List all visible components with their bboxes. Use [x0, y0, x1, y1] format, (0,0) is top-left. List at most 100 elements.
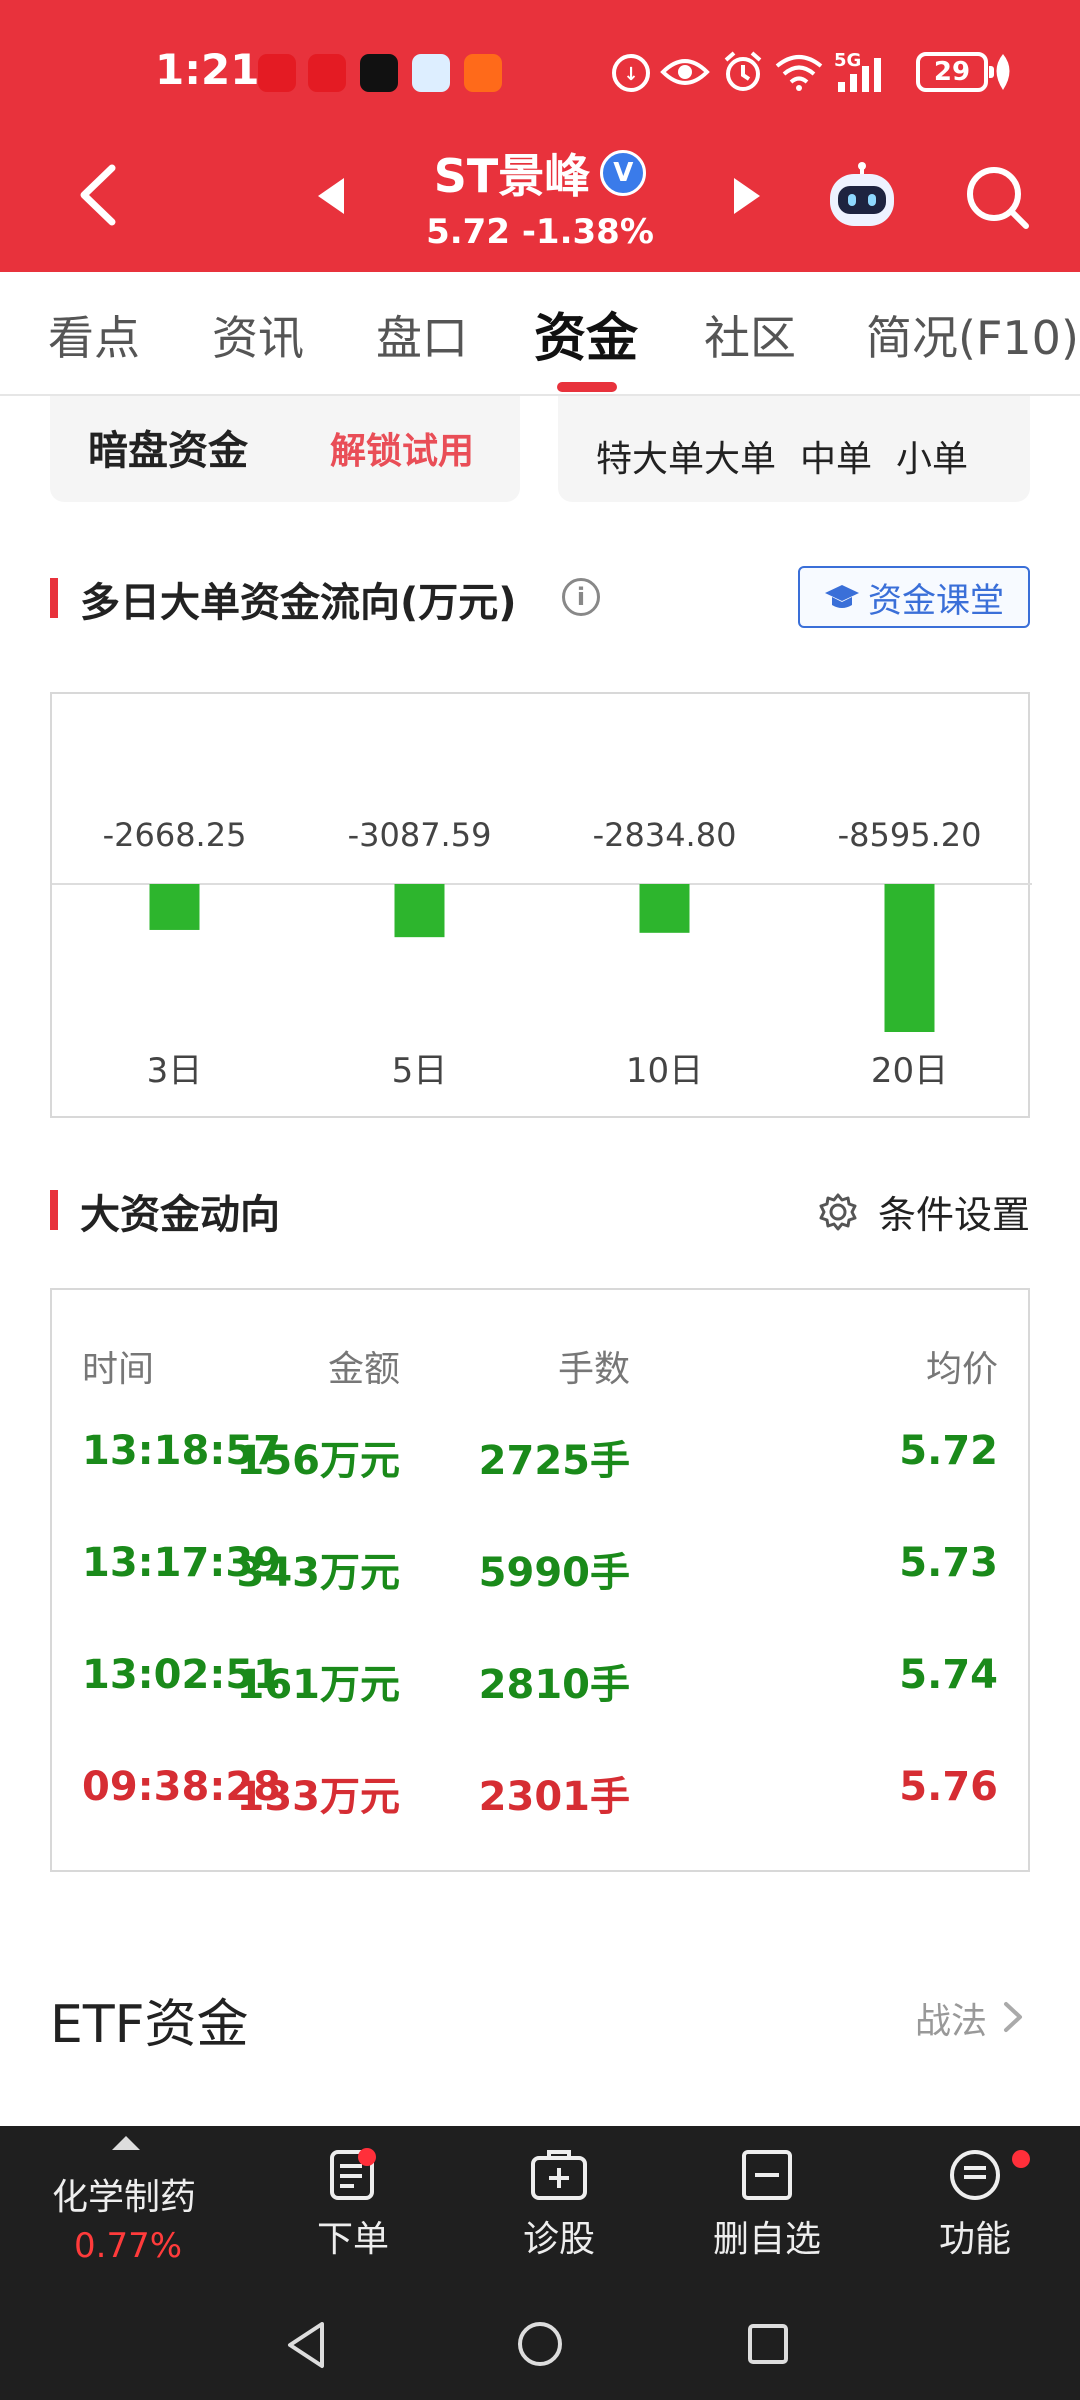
functions-button[interactable]: 功能 — [890, 2148, 1060, 2262]
wifi-icon — [775, 55, 823, 91]
info-icon[interactable]: i — [562, 578, 600, 616]
etf-funds-title: ETF资金 — [50, 1995, 249, 2055]
browser-icon — [412, 54, 450, 92]
chart-bar — [149, 884, 200, 930]
row-avg-price: 5.74 — [899, 1652, 998, 1698]
row-amount: 133万元 — [236, 1774, 401, 1820]
condition-settings-button[interactable]: 条件设置 — [818, 1184, 1030, 1239]
functions-label: 功能 — [938, 2219, 1011, 2260]
chart-value-label: -2834.80 — [593, 816, 737, 854]
battery-indicator: 29 — [916, 52, 994, 92]
row-avg-price: 5.73 — [899, 1540, 998, 1586]
graduation-cap-icon — [825, 585, 859, 608]
verified-icon: V — [600, 150, 647, 196]
diagnose-button[interactable]: 诊股 — [474, 2148, 644, 2262]
big-funds-title: 大资金动向 — [80, 1192, 280, 1238]
order-size-card: 特大单大单 中单 小单 — [558, 396, 1030, 502]
chart-category-label: 10日 — [626, 1051, 703, 1091]
remove-watchlist-label: 删自选 — [712, 2219, 821, 2260]
column-header-avg-price: 均价 — [925, 1349, 998, 1390]
leaf-icon — [996, 54, 1010, 90]
status-time: 1:21 — [155, 45, 260, 94]
chart-category-label: 20日 — [871, 1051, 948, 1091]
legend-large: 大单 — [704, 439, 777, 480]
row-lots: 5990手 — [478, 1550, 630, 1596]
dark-pool-card[interactable]: 暗盘资金 解锁试用 — [50, 396, 520, 502]
legend-medium: 中单 — [800, 439, 873, 480]
multi-day-title: 多日大单资金流向(万元) — [80, 580, 517, 626]
notification-dot — [1012, 2150, 1030, 2168]
next-stock-icon[interactable] — [734, 178, 760, 214]
eye-icon — [660, 59, 710, 85]
multi-day-chart: -2668.25 3日 -3087.59 5日 -2834.80 10日 -8595.20 2… — [50, 692, 1032, 1118]
tab-community[interactable]: 社区 — [704, 302, 796, 368]
sector-change: 0.77% — [74, 2226, 183, 2266]
chart-value-label: -3087.59 — [348, 816, 492, 854]
nav-back-icon[interactable] — [284, 2320, 328, 2370]
stock-title: ST景峰 V — [0, 140, 1080, 206]
unlock-trial-link[interactable]: 解锁试用 — [330, 422, 474, 474]
dark-pool-title: 暗盘资金 — [88, 428, 248, 474]
chart-bar — [884, 884, 935, 1032]
row-avg-price: 5.76 — [899, 1764, 998, 1810]
chart-bar — [639, 884, 690, 933]
alarm-icon — [724, 51, 762, 91]
order-size-labels: 特大单大单 中单 小单 — [596, 430, 992, 482]
tab-bar: 看点 资讯 盘口 资金 社区 简况(F10) — [0, 272, 1080, 396]
notification-dot — [358, 2148, 376, 2166]
app-notification-icon — [258, 54, 296, 92]
big-funds-table: 时间 金额 手数 均价 13:18:57 156万元 2725手 5.72 13:17:… — [50, 1288, 1030, 1872]
tab-profile-f10[interactable]: 简况(F10) — [866, 302, 1079, 368]
fund-class-button[interactable]: 资金课堂 — [798, 566, 1030, 628]
chart-bar — [394, 884, 445, 938]
remove-watchlist-icon — [742, 2150, 792, 2200]
column-header-time: 时间 — [82, 1349, 155, 1390]
signal-icon — [838, 58, 881, 92]
column-header-lots: 手数 — [557, 1349, 630, 1390]
sector-name[interactable]: 化学制药 — [52, 2168, 196, 2220]
section-accent — [50, 578, 58, 618]
tab-quotes[interactable]: 盘口 — [376, 302, 468, 368]
menu-icon — [950, 2150, 1000, 2200]
strategy-link[interactable]: 战法 — [915, 1992, 987, 2044]
robot-assistant-icon[interactable] — [826, 162, 898, 230]
tab-highlights[interactable]: 看点 — [48, 302, 140, 368]
row-lots: 2301手 — [478, 1774, 630, 1820]
nav-home-icon[interactable] — [516, 2320, 564, 2368]
app-notification-icon — [308, 54, 346, 92]
legend-super-large: 特大单 — [596, 439, 705, 480]
tiktok-icon — [360, 54, 398, 92]
bottom-action-bar: 化学制药 0.77% 下单 诊股 删自选 功能 — [0, 2126, 1080, 2286]
expand-sector-icon[interactable] — [112, 2136, 140, 2150]
row-amount: 156万元 — [236, 1438, 401, 1484]
fund-class-label: 资金课堂 — [868, 580, 1004, 621]
row-lots: 2725手 — [478, 1438, 630, 1484]
gear-icon — [819, 1193, 857, 1230]
search-icon[interactable] — [964, 164, 1030, 230]
row-amount: 161万元 — [236, 1662, 401, 1708]
chart-value-label: -2668.25 — [103, 816, 247, 854]
column-header-amount: 金额 — [327, 1349, 400, 1390]
chart-category-label: 3日 — [147, 1051, 203, 1091]
data-saver-icon: ↓ — [612, 54, 650, 92]
row-lots: 2810手 — [478, 1662, 630, 1708]
section-accent — [50, 1190, 58, 1230]
tab-funds[interactable]: 资金 — [534, 296, 638, 371]
chart-category-label: 5日 — [392, 1051, 448, 1091]
app-notification-icon — [464, 54, 502, 92]
top-header: 1:21 ↓ 5G 29 ST景峰 V 5.72 -1.38% — [0, 0, 1080, 272]
tab-news[interactable]: 资讯 — [212, 302, 304, 368]
order-label: 下单 — [316, 2219, 389, 2260]
stock-name: ST景峰 — [433, 149, 591, 203]
nav-recents-icon[interactable] — [746, 2322, 790, 2366]
remove-watchlist-button[interactable]: 删自选 — [682, 2148, 852, 2262]
chart-svg: -2668.25 3日 -3087.59 5日 -2834.80 10日 -8595.20 2… — [52, 816, 1032, 1091]
active-tab-indicator — [557, 382, 617, 392]
svg-text:↓: ↓ — [623, 64, 638, 85]
row-amount: 343万元 — [236, 1550, 401, 1596]
legend-small: 小单 — [896, 439, 969, 480]
chevron-right-icon[interactable] — [1002, 2000, 1024, 2034]
order-button[interactable]: 下单 — [268, 2148, 438, 2262]
status-bar: 1:21 ↓ 5G 29 — [0, 0, 1080, 140]
stock-price-change: 5.72 -1.38% — [426, 212, 654, 252]
